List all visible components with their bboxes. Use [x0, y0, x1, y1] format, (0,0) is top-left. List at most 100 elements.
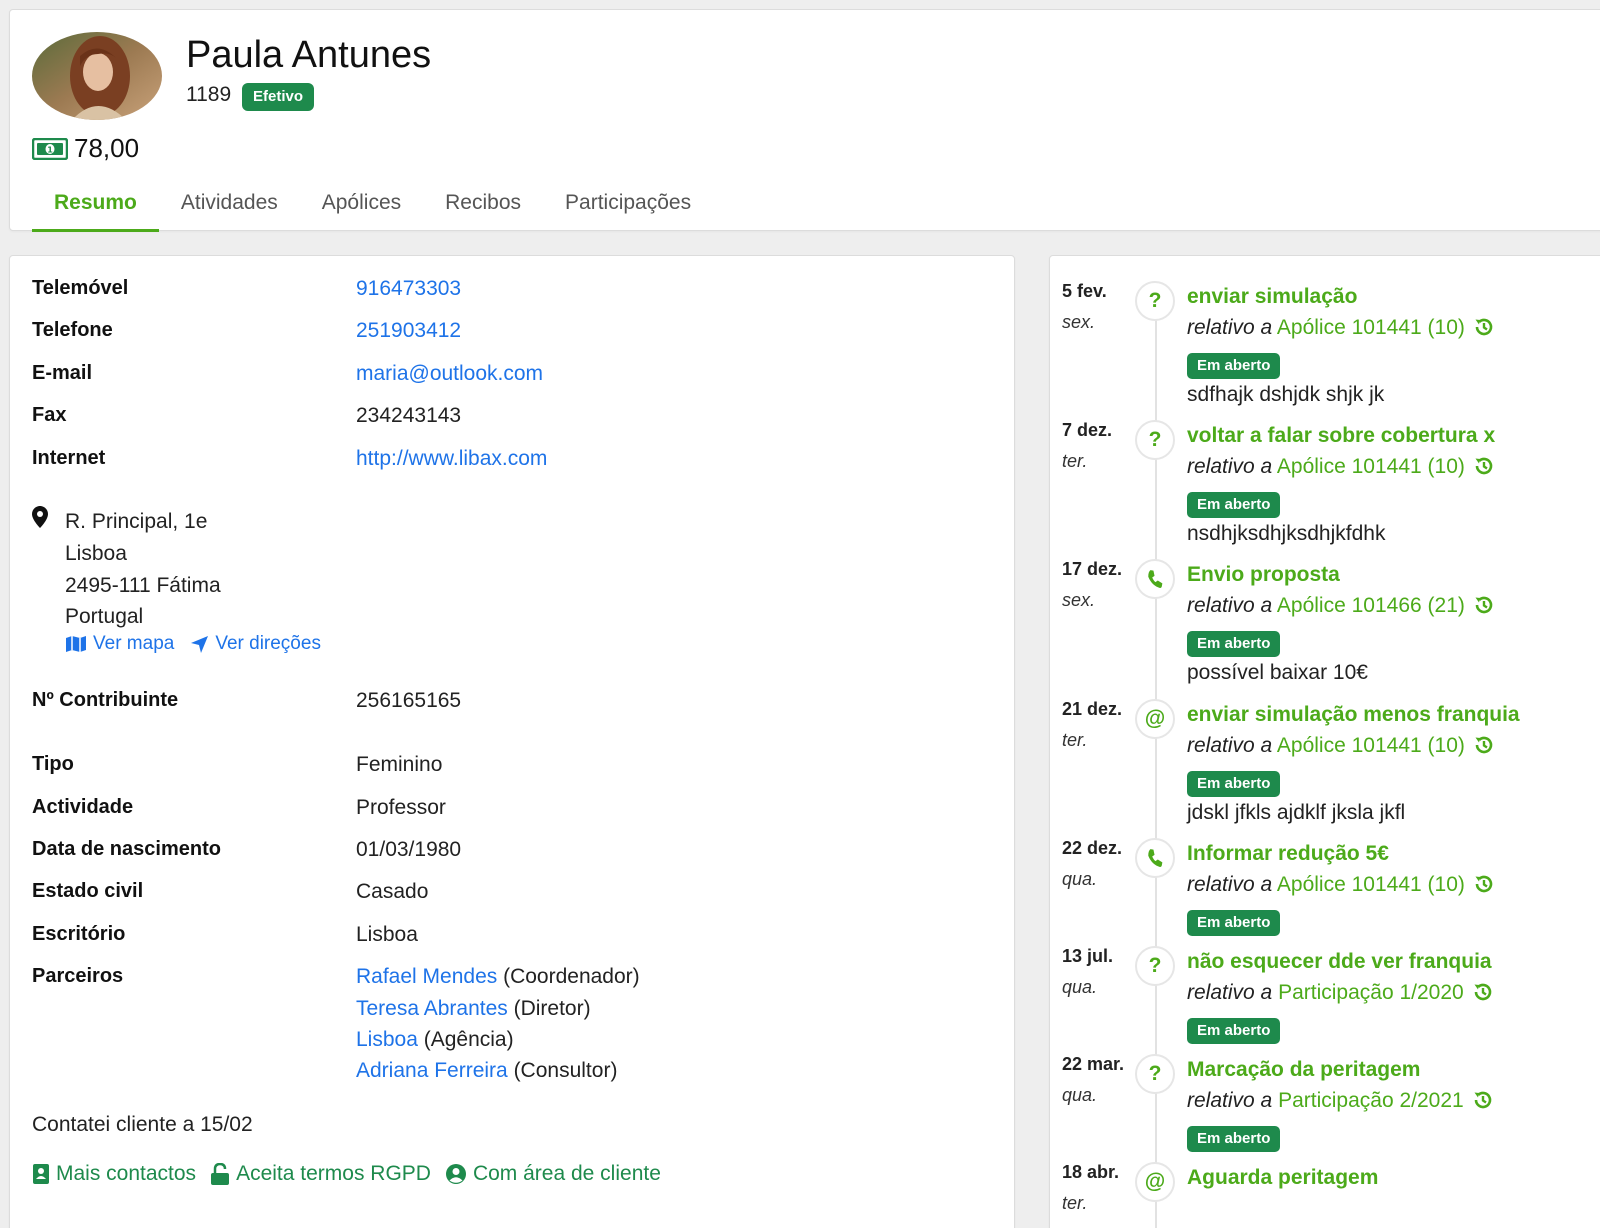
activity-timeline-card: 5 fev. sex.? enviar simulação relativo a Ap…: [1049, 255, 1600, 1228]
internet-label: Internet: [32, 447, 106, 469]
rgpd-link[interactable]: Aceita termos RGPD: [210, 1162, 431, 1186]
activity-relation: relativo a Participação 2/2021: [1187, 1089, 1494, 1117]
activity-title-link[interactable]: voltar a falar sobre cobertura x: [1187, 424, 1495, 448]
map-links: Ver mapa Ver direções: [65, 633, 321, 655]
history-icon[interactable]: [1473, 455, 1495, 483]
activity-title-link[interactable]: enviar simulação menos franquia: [1187, 703, 1520, 727]
tab-atividades[interactable]: Atividades: [159, 188, 300, 232]
more-contacts-label: Mais contactos: [56, 1162, 197, 1185]
timeline-weekday: sex.: [1062, 312, 1096, 332]
question-icon: ?: [1135, 946, 1175, 986]
fax-value: 234243143: [356, 404, 462, 427]
activity-title-link[interactable]: Informar redução 5€: [1187, 842, 1389, 866]
activity-title-link[interactable]: não esquecer dde ver franquia: [1187, 950, 1492, 974]
nif-value: 256165165: [356, 689, 462, 712]
timeline-weekday: qua.: [1062, 1085, 1098, 1105]
activity-relation: relativo a Apólice 101441 (10): [1187, 316, 1495, 344]
more-contacts-link[interactable]: Mais contactos: [32, 1162, 196, 1186]
history-icon[interactable]: [1473, 873, 1495, 901]
client-area-label: Com área de cliente: [472, 1162, 661, 1185]
client-note: Contatei cliente a 15/02: [32, 1113, 253, 1136]
svg-text:1: 1: [47, 146, 53, 155]
address-line-2: Lisboa: [65, 542, 127, 565]
address-line-4: Portugal: [65, 605, 144, 628]
activity-value: Professor: [356, 796, 446, 819]
email-link[interactable]: maria@outlook.com: [356, 362, 543, 386]
partner-item: Teresa Abrantes (Diretor): [356, 997, 591, 1021]
phone-icon: [1135, 838, 1175, 878]
tab-participacoes[interactable]: Participações: [543, 188, 713, 232]
client-tabs: Resumo Atividades Apólices Recibos Parti…: [32, 188, 713, 232]
partner-role: (Consultor): [507, 1059, 618, 1082]
mobile-link[interactable]: 916473303: [356, 277, 461, 301]
status-badge: Em aberto: [1187, 910, 1281, 936]
activity-relation: relativo a Apólice 101441 (10): [1187, 734, 1495, 762]
status-badge: Em aberto: [1187, 1126, 1281, 1152]
partner-item: Adriana Ferreira (Consultor): [356, 1059, 617, 1083]
client-number: 1189: [186, 83, 232, 106]
office-label: Escritório: [32, 923, 126, 945]
internet-link[interactable]: http://www.libax.com: [356, 447, 547, 471]
view-map-label: Ver mapa: [93, 633, 175, 654]
relation-link[interactable]: Apólice 101441 (10): [1277, 455, 1465, 478]
relation-prefix: relativo a: [1187, 873, 1273, 896]
relation-link[interactable]: Apólice 101441 (10): [1277, 734, 1465, 757]
relation-link[interactable]: Participação 2/2021: [1278, 1089, 1464, 1112]
partner-link[interactable]: Adriana Ferreira: [356, 1059, 508, 1082]
view-map-link[interactable]: Ver mapa: [65, 633, 174, 655]
address-line-3: 2495-111 Fátima: [65, 574, 221, 597]
activity-title-link[interactable]: Aguarda peritagem: [1187, 1166, 1378, 1190]
client-name: Paula Antunes: [186, 34, 432, 76]
timeline-weekday: sex.: [1062, 590, 1096, 610]
fax-label: Fax: [32, 404, 67, 426]
relation-prefix: relativo a: [1187, 455, 1273, 478]
client-avatar: [32, 32, 162, 120]
history-icon[interactable]: [1472, 981, 1494, 1009]
rgpd-label: Aceita termos RGPD: [236, 1162, 431, 1185]
partner-link[interactable]: Rafael Mendes: [356, 965, 497, 988]
activity-label: Actividade: [32, 796, 134, 818]
activity-relation: relativo a Apólice 101441 (10): [1187, 873, 1495, 901]
partner-role: (Diretor): [507, 997, 591, 1020]
partners-label: Parceiros: [32, 965, 124, 987]
client-balance: 78,00: [74, 133, 140, 163]
money-icon: 1: [31, 137, 69, 161]
activity-title-link[interactable]: Marcação da peritagem: [1187, 1058, 1420, 1082]
timeline-weekday: ter.: [1062, 730, 1088, 750]
status-badge: Efetivo: [242, 83, 315, 111]
history-icon[interactable]: [1473, 734, 1495, 762]
partner-link[interactable]: Lisboa: [356, 1028, 418, 1051]
relation-link[interactable]: Apólice 101441 (10): [1277, 873, 1465, 896]
unlock-icon: [211, 1163, 230, 1185]
relation-prefix: relativo a: [1187, 594, 1273, 617]
tab-resumo[interactable]: Resumo: [32, 188, 159, 232]
relation-link[interactable]: Apólice 101441 (10): [1277, 316, 1465, 339]
partner-role: (Agência): [417, 1028, 514, 1051]
activity-title-link[interactable]: enviar simulação: [1187, 285, 1357, 309]
tab-recibos[interactable]: Recibos: [423, 188, 543, 232]
history-icon[interactable]: [1473, 316, 1495, 344]
mobile-label: Telemóvel: [32, 277, 129, 299]
activity-relation: relativo a Apólice 101466 (21): [1187, 594, 1495, 622]
activity-relation: relativo a Apólice 101441 (10): [1187, 455, 1495, 483]
address-book-icon: [33, 1164, 49, 1184]
timeline-date: 22 mar.: [1062, 1054, 1125, 1074]
relation-link[interactable]: Participação 1/2020: [1278, 981, 1464, 1004]
relation-prefix: relativo a: [1187, 316, 1273, 339]
directions-link[interactable]: Ver direções: [190, 633, 321, 655]
activity-title-link[interactable]: Envio proposta: [1187, 563, 1340, 587]
activity-note: nsdhjksdhjksdhjkfdhk: [1187, 522, 1386, 545]
history-icon[interactable]: [1472, 1089, 1494, 1117]
phone-link[interactable]: 251903412: [356, 319, 461, 343]
relation-link[interactable]: Apólice 101466 (21): [1277, 594, 1465, 617]
civil-label: Estado civil: [32, 880, 144, 902]
birth-value: 01/03/1980: [356, 838, 462, 861]
address-line-1: R. Principal, 1e: [65, 510, 208, 533]
partner-link[interactable]: Teresa Abrantes: [356, 997, 508, 1020]
tab-apolices[interactable]: Apólices: [300, 188, 423, 232]
timeline-weekday: qua.: [1062, 869, 1098, 889]
partner-role: (Coordenador): [497, 965, 640, 988]
history-icon[interactable]: [1473, 594, 1495, 622]
phone-icon: [1135, 559, 1175, 599]
client-area-link[interactable]: Com área de cliente: [445, 1162, 661, 1186]
